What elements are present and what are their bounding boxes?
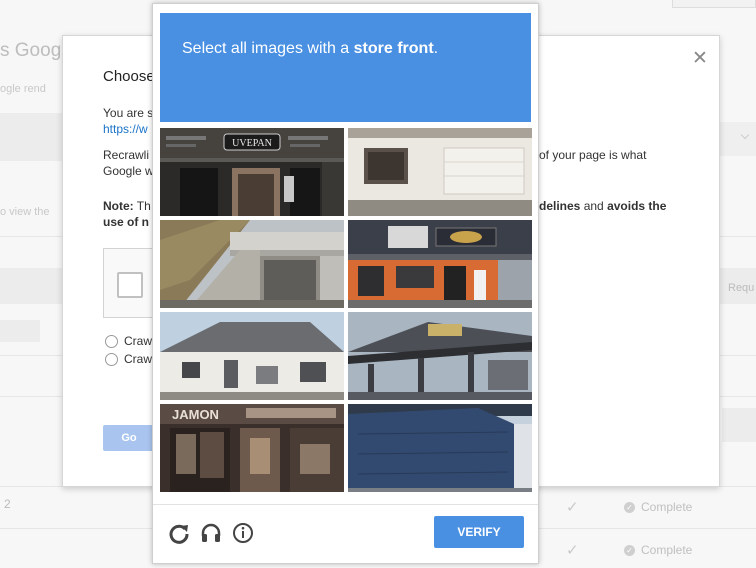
- status-row: ✓ ✓ Complete: [566, 498, 692, 516]
- background-view-text: o view the: [0, 206, 50, 218]
- chevron-down-icon: [740, 130, 750, 140]
- radio-label: Craw: [124, 334, 153, 348]
- image-tile[interactable]: [160, 312, 344, 400]
- tile-sign-text: JAMON: [172, 407, 219, 422]
- dialog-line-1: You are s: [103, 106, 154, 120]
- note-text: Th: [133, 199, 151, 213]
- challenge-instruction: Select all images with a store front.: [182, 40, 438, 58]
- background-title: s Goog: [0, 40, 62, 61]
- gas-station-image: [348, 312, 532, 400]
- image-tile[interactable]: [160, 220, 344, 308]
- dialog-line-2a: Recrawli: [103, 148, 150, 162]
- dialog-note: Note: Th: [103, 198, 151, 214]
- close-icon[interactable]: ✕: [692, 47, 708, 70]
- instruction-prefix: Select all images with a: [182, 40, 354, 57]
- reload-icon[interactable]: [167, 521, 191, 545]
- status-row: ✓ ✓ Complete: [566, 541, 692, 559]
- recaptcha-challenge: Select all images with a store front. UV…: [152, 3, 539, 564]
- dialog-line-2-right: of your page is what: [539, 148, 647, 162]
- status-label: Complete: [641, 543, 693, 557]
- radio-option-1[interactable]: Craw: [105, 334, 152, 348]
- bridge-image: [160, 220, 344, 308]
- tile-sign-text: UVEPAN: [232, 138, 272, 149]
- dialog-link[interactable]: https://w: [103, 121, 148, 137]
- background-header-cell: [0, 268, 70, 304]
- image-tile[interactable]: [348, 220, 532, 308]
- background-requested-header: Requ: [728, 282, 755, 294]
- headphones-icon[interactable]: [199, 521, 223, 545]
- image-tile[interactable]: [348, 404, 532, 492]
- background-dropdown: [720, 122, 756, 156]
- challenge-toolbar: [167, 521, 263, 545]
- radio-button[interactable]: [105, 352, 118, 366]
- dialog-note-right: delines and avoids the: [539, 198, 666, 214]
- go-button[interactable]: Go: [103, 425, 155, 451]
- complete-status-icon: ✓: [624, 501, 635, 513]
- instruction-target: store front: [353, 40, 434, 57]
- background-top-box: [672, 0, 756, 8]
- recaptcha-checkbox[interactable]: [117, 272, 143, 298]
- radio-option-2[interactable]: Craw: [105, 352, 152, 366]
- complete-status-icon: ✓: [624, 544, 635, 556]
- image-tile[interactable]: [348, 128, 532, 216]
- image-grid: UVEPAN JAMON: [160, 128, 532, 499]
- dialog-title: Choose: [103, 68, 155, 85]
- blue-building-image: [348, 404, 532, 492]
- note-right-bold-2: avoids the: [607, 199, 667, 213]
- bakery-storefront-image: UVEPAN: [160, 128, 344, 216]
- instruction-suffix: .: [433, 40, 439, 57]
- image-tile[interactable]: UVEPAN: [160, 128, 344, 216]
- image-tile[interactable]: [348, 312, 532, 400]
- note-right-bold-1: delines: [539, 199, 581, 213]
- suburban-house-image: [160, 312, 344, 400]
- note-label: Note:: [103, 199, 134, 213]
- radio-button[interactable]: [105, 334, 118, 348]
- challenge-divider: [153, 504, 538, 505]
- jamon-storefront-image: JAMON: [160, 404, 344, 492]
- background-subtitle: ogle rend: [0, 83, 46, 95]
- image-tile[interactable]: JAMON: [160, 404, 344, 492]
- checkmark-icon: ✓: [566, 542, 579, 559]
- challenge-header: Select all images with a store front.: [160, 13, 531, 122]
- white-house-image: [348, 128, 532, 216]
- background-cell: [0, 320, 40, 342]
- orange-shop-image: [348, 220, 532, 308]
- note-right-text: and: [580, 199, 608, 213]
- background-panel: [0, 113, 70, 161]
- dialog-note-line-2: use of n: [103, 215, 150, 229]
- status-label: Complete: [641, 500, 693, 514]
- checkmark-icon: ✓: [566, 499, 579, 516]
- dialog-line-2b: Google w: [103, 164, 154, 178]
- radio-label: Craw: [124, 352, 153, 366]
- verify-button[interactable]: VERIFY: [434, 516, 524, 548]
- background-row-number: 2: [4, 497, 11, 511]
- info-icon[interactable]: [231, 521, 255, 545]
- background-cell-right: [722, 408, 756, 442]
